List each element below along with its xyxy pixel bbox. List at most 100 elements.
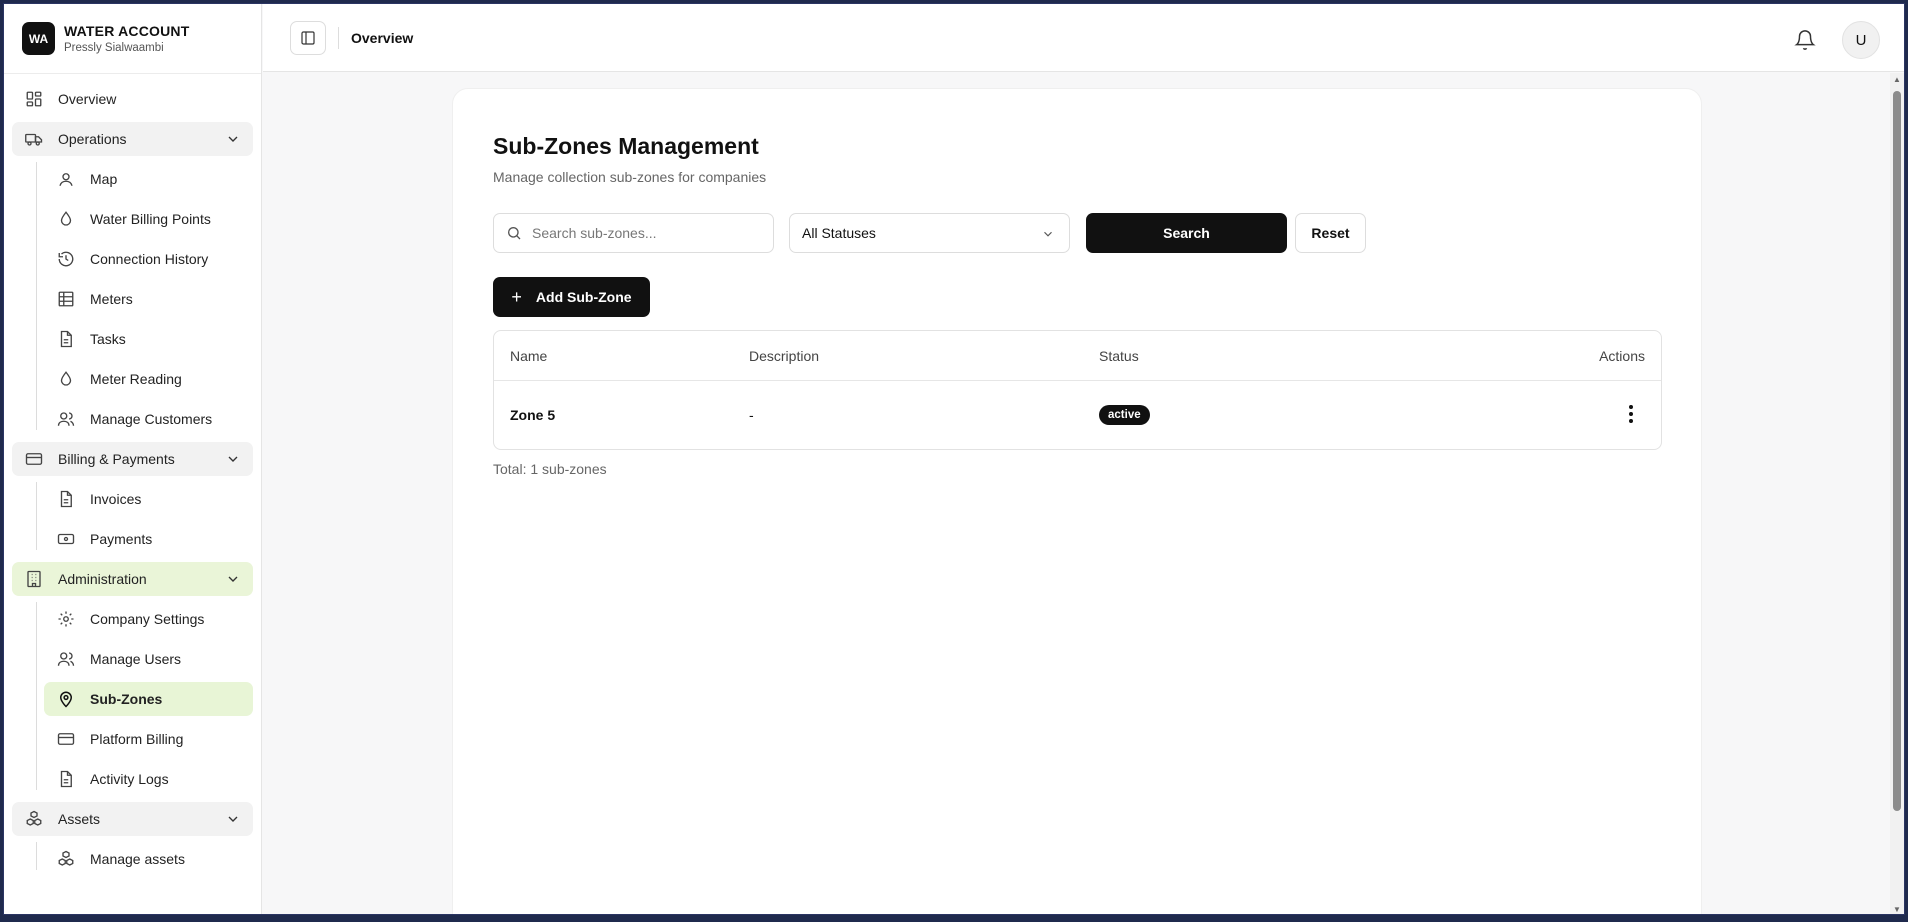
column-header-actions: Actions — [1599, 347, 1645, 364]
history-icon — [56, 249, 76, 269]
boxes-icon — [24, 809, 44, 829]
page-subtitle: Manage collection sub-zones for companie… — [493, 169, 767, 185]
credit-card-icon — [56, 729, 76, 749]
sidebar-item-label: Overview — [58, 91, 117, 107]
sidebar-item-company-settings[interactable]: Company Settings — [44, 602, 253, 636]
panel-left-icon — [301, 30, 315, 45]
truck-icon — [24, 129, 44, 149]
chevron-down-icon — [228, 816, 238, 822]
sidebar-item-label: Manage Users — [90, 651, 182, 667]
sidebar-section-assets[interactable]: Assets — [12, 802, 253, 836]
assets-subnav: Manage assets — [12, 842, 253, 876]
sidebar-item-connection-history[interactable]: Connection History — [44, 242, 253, 276]
sidebar-item-map[interactable]: Map — [44, 162, 253, 196]
sidebar-item-label: Meters — [90, 291, 133, 307]
sidebar-item-activity-logs[interactable]: Activity Logs — [44, 762, 253, 796]
table-row[interactable]: Zone 5 - active — [494, 381, 1661, 449]
scroll-down-icon[interactable]: ▼ — [1893, 905, 1901, 914]
sidebar-item-sub-zones[interactable]: Sub-Zones — [44, 682, 253, 716]
sidebar-item-label: Manage assets — [90, 851, 185, 867]
add-sub-zone-label: Add Sub-Zone — [535, 289, 632, 305]
topbar: Overview U — [263, 4, 1904, 72]
chevron-down-icon — [1044, 231, 1052, 237]
avatar[interactable]: U — [1842, 21, 1880, 59]
page-title: Sub-Zones Management — [493, 133, 759, 159]
chevron-down-icon — [228, 456, 238, 462]
table-icon — [56, 289, 76, 309]
sidebar-item-invoices[interactable]: Invoices — [44, 482, 253, 516]
scroll-up-icon[interactable]: ▲ — [1893, 75, 1901, 84]
sidebar-item-manage-assets[interactable]: Manage assets — [44, 842, 253, 876]
droplet-icon — [56, 369, 76, 389]
column-header-status[interactable]: Status — [1099, 348, 1499, 364]
banknote-icon — [56, 529, 76, 549]
brand-logo: WA — [22, 22, 55, 55]
sidebar-item-label: Connection History — [90, 251, 209, 267]
administration-subnav: Company Settings Manage Users Sub-Zones … — [12, 602, 253, 796]
status-badge: active — [1099, 405, 1150, 425]
sidebar-item-label: Manage Customers — [90, 411, 213, 427]
brand[interactable]: WA WATER ACCOUNT Pressly Sialwaambi — [4, 4, 261, 74]
document-icon — [56, 489, 76, 509]
breadcrumb: Overview — [351, 29, 414, 46]
search-field[interactable] — [493, 213, 774, 253]
sidebar-toggle-button[interactable] — [290, 20, 326, 55]
sidebar-section-administration[interactable]: Administration — [12, 562, 253, 596]
sidebar-item-label: Platform Billing — [90, 731, 184, 747]
sidebar-item-water-billing-points[interactable]: Water Billing Points — [44, 202, 253, 236]
cell-status: active — [1099, 405, 1499, 425]
table-header: Name Description Status Actions — [494, 331, 1661, 381]
sidebar-section-billing[interactable]: Billing & Payments — [12, 442, 253, 476]
cell-description: - — [749, 407, 754, 423]
map-pin-icon — [56, 689, 76, 709]
bell-icon[interactable] — [1794, 29, 1816, 51]
users-icon — [56, 409, 76, 429]
gear-icon — [56, 609, 76, 629]
add-sub-zone-button[interactable]: + Add Sub-Zone — [493, 277, 650, 317]
dashboard-icon — [24, 89, 44, 109]
droplet-icon — [56, 209, 76, 229]
sidebar-item-manage-users[interactable]: Manage Users — [44, 642, 253, 676]
brand-subtitle: Pressly Sialwaambi — [64, 42, 164, 54]
sidebar: WA WATER ACCOUNT Pressly Sialwaambi Over… — [4, 4, 262, 914]
sidebar-section-label: Assets — [58, 811, 101, 827]
sidebar-section-label: Administration — [58, 571, 147, 587]
scroll-thumb[interactable] — [1893, 91, 1901, 811]
cell-actions — [1499, 402, 1661, 429]
reset-button[interactable]: Reset — [1295, 213, 1366, 253]
search-icon — [508, 227, 521, 240]
chevron-down-icon — [228, 576, 238, 582]
column-header-description[interactable]: Description — [749, 348, 1099, 364]
users-icon — [56, 649, 76, 669]
search-input[interactable] — [532, 225, 762, 241]
plus-icon: + — [511, 286, 522, 307]
sidebar-item-platform-billing[interactable]: Platform Billing — [44, 722, 253, 756]
scrollbar[interactable]: ▲ ▼ — [1890, 73, 1904, 914]
sidebar-item-label: Payments — [90, 531, 153, 547]
sidebar-item-tasks[interactable]: Tasks — [44, 322, 253, 356]
sidebar-item-label: Map — [90, 171, 118, 187]
search-button[interactable]: Search — [1086, 213, 1287, 253]
divider — [338, 26, 339, 49]
sidebar-item-manage-customers[interactable]: Manage Customers — [44, 402, 253, 436]
sidebar-item-overview[interactable]: Overview — [12, 82, 253, 116]
chevron-down-icon — [228, 136, 238, 142]
more-vertical-icon[interactable] — [1619, 402, 1643, 426]
main-card: Sub-Zones Management Manage collection s… — [452, 88, 1702, 914]
sidebar-item-meter-reading[interactable]: Meter Reading — [44, 362, 253, 396]
building-icon — [24, 569, 44, 589]
sidebar-section-operations[interactable]: Operations — [12, 122, 253, 156]
sidebar-item-payments[interactable]: Payments — [44, 522, 253, 556]
sidebar-section-label: Billing & Payments — [58, 451, 175, 467]
sidebar-item-label: Sub-Zones — [90, 691, 163, 707]
sidebar-item-label: Invoices — [90, 491, 142, 507]
column-header-name[interactable]: Name — [494, 348, 749, 364]
sidebar-nav: Overview Operations Map Water Billing Po… — [4, 74, 261, 876]
status-select[interactable]: All Statuses — [789, 213, 1070, 253]
operations-subnav: Map Water Billing Points Connection Hist… — [12, 162, 253, 436]
sidebar-item-label: Company Settings — [90, 611, 205, 627]
sidebar-item-label: Water Billing Points — [90, 211, 211, 227]
sidebar-section-label: Operations — [58, 131, 127, 147]
sidebar-item-meters[interactable]: Meters — [44, 282, 253, 316]
billing-subnav: Invoices Payments — [12, 482, 253, 556]
